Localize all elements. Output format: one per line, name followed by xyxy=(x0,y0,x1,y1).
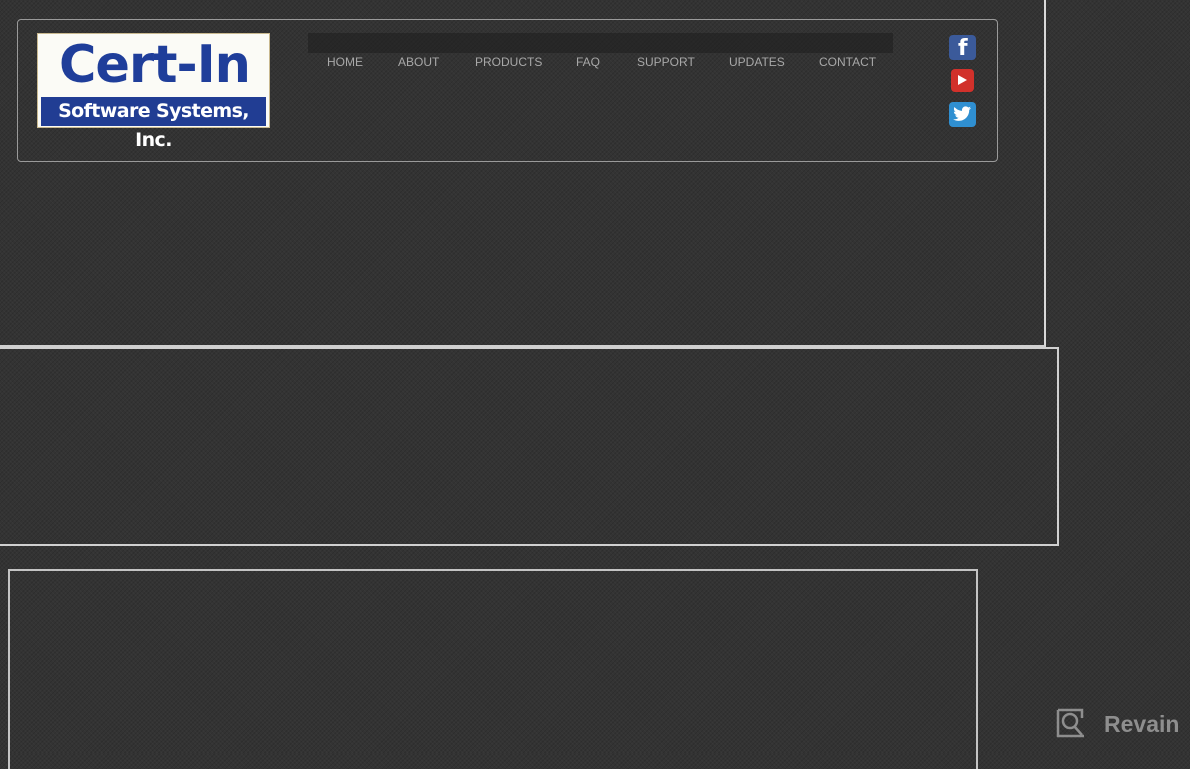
nav-contact[interactable]: CONTACT xyxy=(819,55,876,69)
content-panel-bottom xyxy=(8,569,978,769)
nav-about[interactable]: ABOUT xyxy=(398,55,439,69)
twitter-icon[interactable] xyxy=(949,102,976,127)
content-panel-middle xyxy=(0,347,1059,546)
main-nav: HOME ABOUT PRODUCTS FAQ SUPPORT UPDATES … xyxy=(308,55,893,69)
watermark-text: Revain xyxy=(1104,711,1180,737)
facebook-icon[interactable]: f xyxy=(949,35,976,61)
nav-support[interactable]: SUPPORT xyxy=(637,55,695,69)
twitter-bird-glyph xyxy=(953,106,971,121)
nav-faq[interactable]: FAQ xyxy=(576,55,600,69)
facebook-glyph: f xyxy=(958,36,968,61)
nav-home[interactable]: HOME xyxy=(327,55,363,69)
play-glyph xyxy=(958,75,967,85)
logo-subtitle: Software Systems, Inc. xyxy=(41,97,266,151)
nav-updates[interactable]: UPDATES xyxy=(729,55,785,69)
youtube-icon[interactable] xyxy=(951,69,974,92)
nav-products[interactable]: PRODUCTS xyxy=(475,55,542,69)
navbar-strip xyxy=(308,33,893,53)
revain-logo-icon xyxy=(1056,708,1084,738)
logo-title: Cert-In xyxy=(58,35,251,95)
cert-in-logo[interactable]: Cert-In Software Systems, Inc. xyxy=(37,33,270,151)
